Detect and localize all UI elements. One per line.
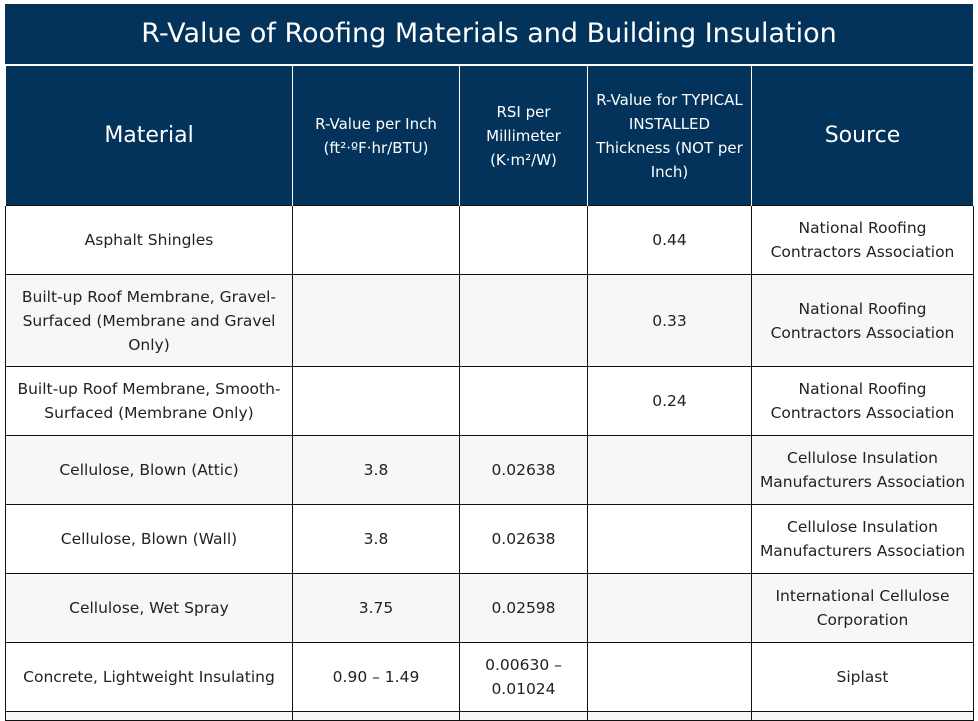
cell-partial (751, 711, 974, 721)
cell-partial (587, 711, 752, 721)
r-value-table: Material R-Value per Inch (ft²·ºF·hr/BTU… (5, 66, 974, 721)
cell-r-per-inch: 0.90 – 1.49 (292, 642, 460, 712)
cell-r-per-inch: 3.8 (292, 435, 460, 505)
cell-material: Built-up Roof Membrane, Gravel-Surfaced … (5, 274, 293, 367)
cell-r-typical: 0.33 (587, 274, 752, 367)
table-row-partial (5, 711, 974, 721)
table-row: Built-up Roof Membrane, Smooth-Surfaced … (5, 366, 974, 436)
table-row: Cellulose, Blown (Attic) 3.8 0.02638 Cel… (5, 435, 974, 505)
cell-source: Cellulose Insulation Manufacturers Assoc… (751, 435, 974, 505)
cell-rsi-per-mm (459, 205, 588, 275)
table-row: Cellulose, Wet Spray 3.75 0.02598 Intern… (5, 573, 974, 643)
column-header-source: Source (751, 66, 974, 206)
cell-rsi-per-mm: 0.02598 (459, 573, 588, 643)
cell-material: Cellulose, Blown (Wall) (5, 504, 293, 574)
cell-source: Cellulose Insulation Manufacturers Assoc… (751, 504, 974, 574)
cell-source: National Roofing Contractors Association (751, 205, 974, 275)
cell-r-typical (587, 504, 752, 574)
cell-material: Cellulose, Wet Spray (5, 573, 293, 643)
cell-rsi-per-mm: 0.00630 – 0.01024 (459, 642, 588, 712)
cell-r-per-inch: 3.8 (292, 504, 460, 574)
cell-r-per-inch (292, 205, 460, 275)
cell-r-typical: 0.44 (587, 205, 752, 275)
cell-material: Asphalt Shingles (5, 205, 293, 275)
cell-r-per-inch (292, 366, 460, 436)
column-header-r-value-typical: R-Value for TYPICAL INSTALLED Thickness … (587, 66, 752, 206)
cell-material: Concrete, Lightweight Insulating (5, 642, 293, 712)
table-title: R-Value of Roofing Materials and Buildin… (5, 4, 973, 66)
cell-partial (459, 711, 588, 721)
cell-r-typical (587, 573, 752, 643)
cell-rsi-per-mm (459, 366, 588, 436)
header-row: Material R-Value per Inch (ft²·ºF·hr/BTU… (5, 66, 974, 206)
cell-source: National Roofing Contractors Association (751, 274, 974, 367)
table-row: Concrete, Lightweight Insulating 0.90 – … (5, 642, 974, 712)
cell-rsi-per-mm: 0.02638 (459, 504, 588, 574)
table-row: Built-up Roof Membrane, Gravel-Surfaced … (5, 274, 974, 367)
cell-partial (5, 711, 293, 721)
cell-source: International Cellulose Corporation (751, 573, 974, 643)
table-row: Asphalt Shingles 0.44 National Roofing C… (5, 205, 974, 275)
cell-material: Built-up Roof Membrane, Smooth-Surfaced … (5, 366, 293, 436)
column-header-material: Material (5, 66, 293, 206)
cell-material: Cellulose, Blown (Attic) (5, 435, 293, 505)
cell-rsi-per-mm: 0.02638 (459, 435, 588, 505)
cell-rsi-per-mm (459, 274, 588, 367)
table-row: Cellulose, Blown (Wall) 3.8 0.02638 Cell… (5, 504, 974, 574)
cell-source: Siplast (751, 642, 974, 712)
cell-r-typical (587, 642, 752, 712)
cell-source: National Roofing Contractors Association (751, 366, 974, 436)
cell-r-per-inch (292, 274, 460, 367)
column-header-rsi-per-mm: RSI per Millimeter (K·m²/W) (459, 66, 588, 206)
cell-r-per-inch: 3.75 (292, 573, 460, 643)
cell-r-typical (587, 435, 752, 505)
r-value-table-container: R-Value of Roofing Materials and Buildin… (5, 4, 974, 721)
column-header-r-value-per-inch: R-Value per Inch (ft²·ºF·hr/BTU) (292, 66, 460, 206)
cell-partial (292, 711, 460, 721)
cell-r-typical: 0.24 (587, 366, 752, 436)
